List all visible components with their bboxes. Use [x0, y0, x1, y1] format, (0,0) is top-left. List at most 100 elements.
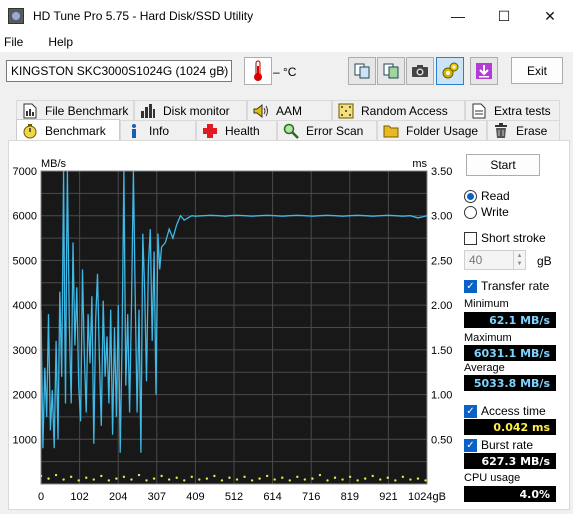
benchmark-chart-svg: 0 102 204 307 409 512 614 716 819 921 1024gB 7000 60…	[13, 158, 453, 503]
chevron-down-icon: ⌄	[218, 64, 227, 75]
x-tick-label: 512	[225, 491, 243, 503]
access-time-point	[175, 476, 178, 479]
tab-folder-usage[interactable]: Folder Usage	[377, 120, 487, 140]
access-time-point	[273, 478, 276, 481]
tab-file-benchmark[interactable]: File Benchmark	[16, 100, 134, 120]
app-icon	[8, 8, 24, 24]
exit-button[interactable]: Exit	[511, 57, 563, 84]
copy-green-icon	[383, 63, 399, 79]
burst-rate-label: Burst rate	[481, 438, 534, 452]
options-button[interactable]	[436, 57, 464, 85]
access-time-point	[100, 474, 103, 478]
access-time-point	[183, 479, 186, 482]
y2-tick-label: 2.00	[431, 300, 452, 312]
y2-tick-label: 2.50	[431, 255, 452, 267]
access-time-point	[326, 479, 329, 482]
tab-row-2: Benchmark Info Health Error Scan Folder …	[0, 119, 573, 141]
magnifier-icon	[283, 123, 299, 139]
access-time-point	[356, 479, 359, 482]
y2-tick-label: 1.00	[431, 390, 452, 402]
x-tick-label: 204	[109, 491, 127, 503]
tab-erase[interactable]: Erase	[487, 120, 560, 140]
access-time-point	[409, 478, 412, 481]
short-stroke-option[interactable]: Short stroke	[464, 231, 546, 245]
read-option[interactable]: Read	[464, 189, 510, 203]
copy-screenshot-button[interactable]	[377, 57, 405, 85]
y-tick-label: 5000	[13, 255, 37, 267]
access-time-point	[145, 479, 148, 482]
access-time-point	[386, 476, 389, 479]
window-title: HD Tune Pro 5.75 - Hard Disk/SSD Utility	[33, 9, 254, 23]
tab-label: Folder Usage	[406, 123, 479, 138]
y2-axis-label: ms	[412, 158, 427, 170]
read-radio[interactable]	[464, 189, 477, 203]
temperature-value: – °C	[273, 65, 297, 79]
y-tick-label: 7000	[13, 166, 37, 178]
access-time-point	[296, 475, 299, 479]
tab-aam[interactable]: AAM	[247, 100, 332, 120]
start-button[interactable]: Start	[466, 154, 540, 176]
access-time-point	[333, 476, 337, 479]
maximum-value: 6031.1 MB/s	[464, 345, 556, 361]
access-time-point	[250, 479, 254, 482]
copy-info-button[interactable]	[348, 57, 376, 85]
close-button[interactable]: ✕	[527, 0, 573, 32]
access-time-point	[288, 479, 291, 482]
access-time-point	[318, 473, 322, 477]
burst-rate-value: 627.3 MB/s	[464, 453, 556, 469]
tab-error-scan[interactable]: Error Scan	[277, 120, 377, 140]
transfer-rate-option[interactable]: ✓ Transfer rate	[464, 279, 549, 293]
tab-health[interactable]: Health	[196, 120, 277, 140]
short-stroke-value: 40	[469, 253, 483, 267]
y2-tick-label: 3.00	[431, 211, 452, 223]
transfer-rate-checkbox[interactable]: ✓	[464, 279, 477, 293]
access-time-option[interactable]: ✓ Access time	[464, 404, 546, 418]
average-label: Average	[464, 362, 505, 374]
short-stroke-label: Short stroke	[481, 231, 546, 245]
camera-button[interactable]	[406, 57, 434, 85]
access-time-point	[303, 478, 307, 481]
tab-extra-tests[interactable]: Extra tests	[465, 100, 560, 120]
save-button[interactable]	[470, 57, 498, 85]
access-time-point	[220, 479, 224, 482]
access-time-point	[190, 475, 193, 479]
maximize-button[interactable]: ☐	[481, 0, 527, 32]
average-value: 5033.8 MB/s	[464, 375, 556, 391]
tab-label: Erase	[516, 123, 548, 138]
bar-chart-icon	[140, 103, 156, 119]
thermometer-button[interactable]	[244, 57, 272, 85]
access-time-point	[228, 476, 231, 479]
write-radio[interactable]	[464, 205, 477, 219]
drive-select[interactable]: KINGSTON SKC3000S1024G (1024 gB) ⌄	[6, 60, 232, 82]
write-option[interactable]: Write	[464, 205, 509, 219]
access-time-point	[160, 474, 163, 478]
burst-rate-option[interactable]: ✓ Burst rate	[464, 438, 533, 452]
y-tick-label: 6000	[13, 211, 37, 223]
access-time-point	[281, 476, 284, 479]
benchmark-controls: Start Read Write Short stroke 40 ▲ ▼ gB ✓…	[456, 146, 573, 506]
stopwatch-icon	[22, 123, 38, 139]
tab-label: Benchmark	[45, 123, 106, 138]
tab-disk-monitor[interactable]: Disk monitor	[134, 100, 247, 120]
tab-row-1: File Benchmark Disk monitor AAM Random A…	[0, 100, 573, 120]
write-label: Write	[481, 205, 509, 219]
short-stroke-checkbox[interactable]	[464, 231, 477, 245]
minimize-button[interactable]: —	[435, 0, 481, 32]
access-time-point	[258, 477, 261, 480]
access-time-point	[205, 477, 209, 480]
burst-rate-checkbox[interactable]: ✓	[464, 438, 477, 452]
tab-random-access[interactable]: Random Access	[332, 100, 465, 120]
copy-icon	[354, 63, 370, 79]
document-icon	[471, 103, 487, 119]
tab-info[interactable]: Info	[120, 120, 196, 140]
access-time-point	[401, 475, 405, 479]
menu-file[interactable]: File	[0, 35, 30, 49]
drive-select-value: KINGSTON SKC3000S1024G (1024 gB)	[11, 64, 229, 78]
tab-benchmark[interactable]: Benchmark	[16, 119, 120, 141]
access-time-point	[379, 478, 382, 481]
access-time-point	[92, 478, 95, 481]
access-time-checkbox[interactable]: ✓	[464, 404, 477, 418]
menu-help[interactable]: Help	[44, 35, 80, 49]
access-time-point	[243, 475, 246, 479]
tab-label: Info	[149, 123, 170, 138]
